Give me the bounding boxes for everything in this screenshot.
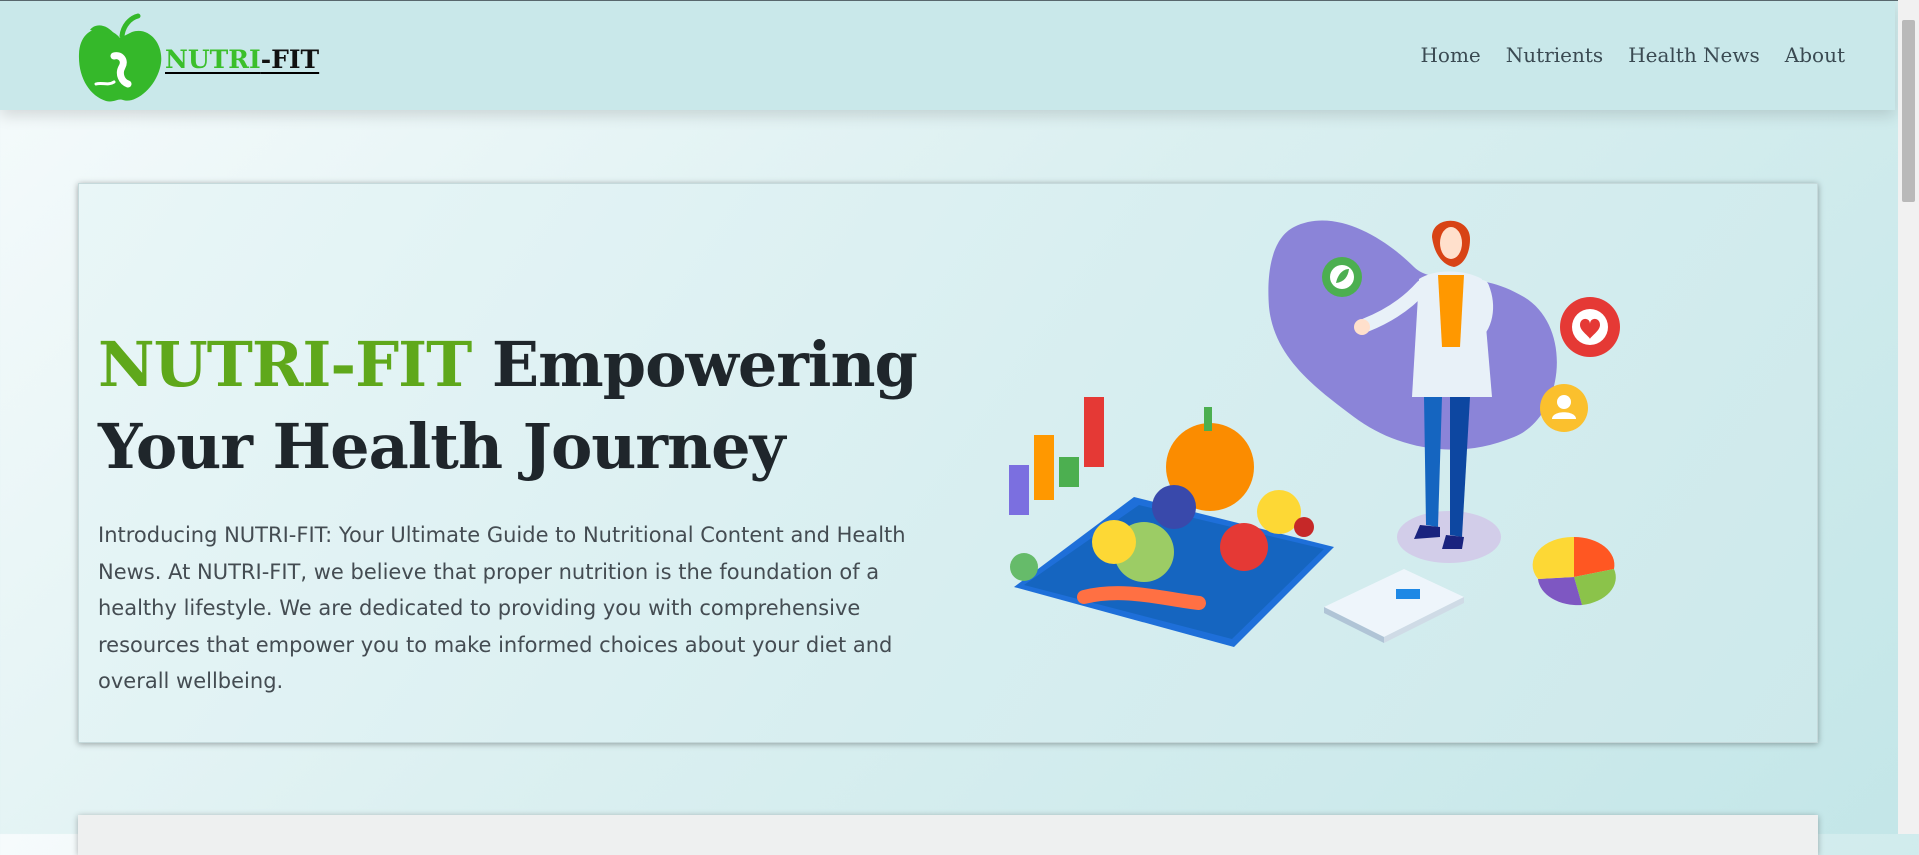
scrollbar[interactable] [1898, 0, 1919, 834]
brand-part-fit: -FIT [260, 45, 320, 74]
nav-home[interactable]: Home [1420, 43, 1480, 67]
nav-about[interactable]: About [1785, 43, 1845, 67]
doctor-nutrition-illustration [1009, 220, 1620, 647]
hero-card: NUTRI-FIT Empowering Your Health Journey… [78, 183, 1818, 743]
brand-name[interactable]: NUTRI-FIT [165, 45, 319, 74]
brand-part-nutri: NUTRI [165, 45, 261, 74]
main-nav: Home Nutrients Health News About [1420, 43, 1845, 67]
navbar: NUTRI-FIT Home Nutrients Health News Abo… [0, 1, 1895, 110]
hero-title-brand: NUTRI-FIT [98, 328, 472, 401]
next-section-card [78, 815, 1818, 855]
apple-logo-icon[interactable] [76, 12, 164, 104]
nav-nutrients[interactable]: Nutrients [1506, 43, 1603, 67]
hero-title: NUTRI-FIT Empowering Your Health Journey [98, 324, 958, 488]
nav-health-news[interactable]: Health News [1628, 43, 1760, 67]
scrollbar-thumb[interactable] [1902, 20, 1915, 202]
hero-description: Introducing NUTRI-FIT: Your Ultimate Gui… [98, 523, 906, 693]
